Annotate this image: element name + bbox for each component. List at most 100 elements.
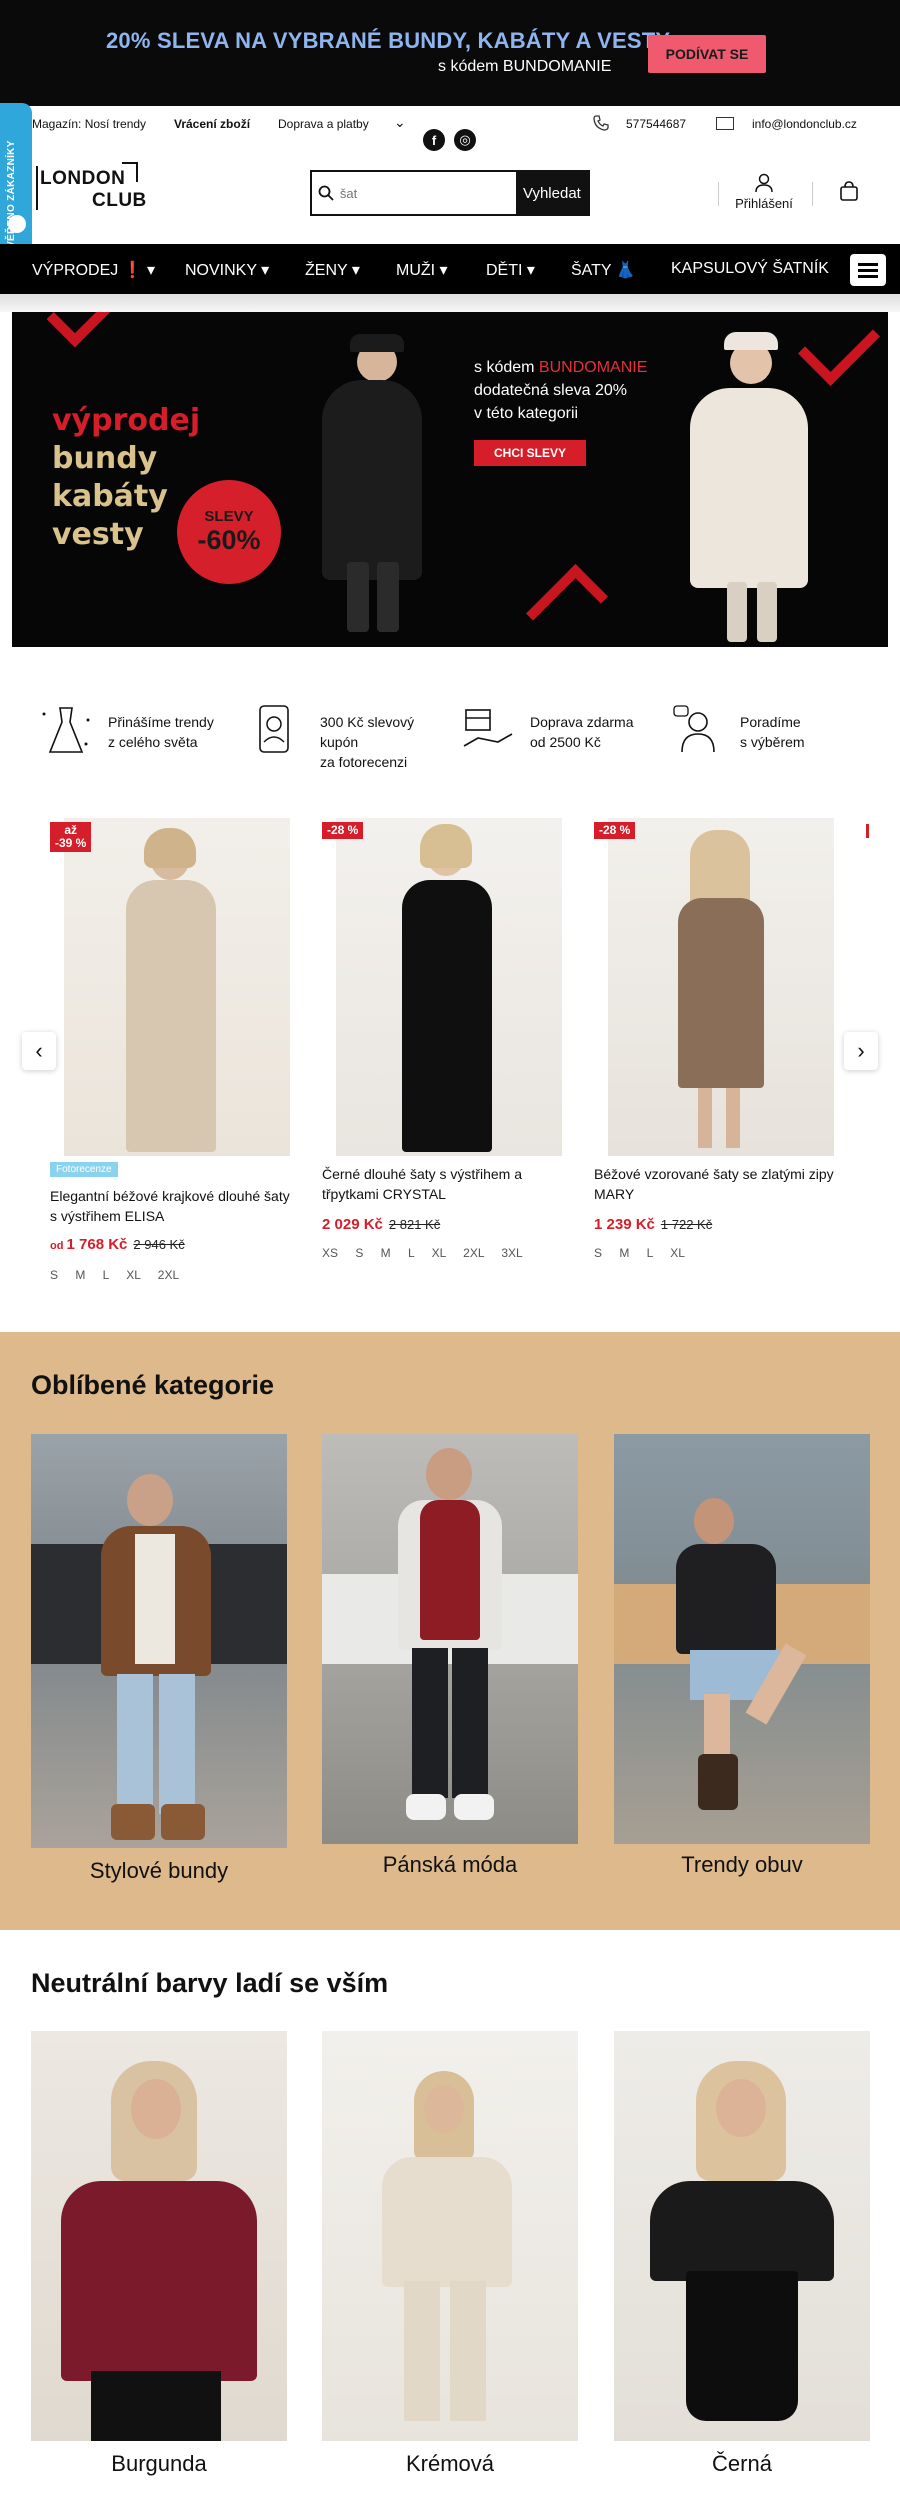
chevron-down-icon[interactable]: ⌄ (394, 114, 406, 131)
verified-badge-label: OVĚŘENO ZÁKAZNÍKY (6, 140, 17, 256)
product-sizes: S M L XL 2XL (50, 1268, 180, 1282)
feature-text: Poradíme s výběrem (740, 714, 805, 750)
category-image[interactable] (31, 1434, 287, 1848)
category-card[interactable]: Stylové bundy (31, 1434, 287, 1904)
hero-copy-prefix: s kódem (474, 359, 539, 376)
section-title: Oblíbené kategorie (31, 1370, 275, 1400)
user-icon (755, 173, 773, 193)
logo[interactable]: LONDON CLUB (36, 162, 146, 218)
color-image[interactable] (322, 2031, 578, 2441)
product-image[interactable] (64, 818, 290, 1156)
old-price: 2 821 Kč (388, 1217, 441, 1232)
phone-icon (592, 114, 610, 132)
hero-copy-code: BUNDOMANIE (538, 359, 648, 376)
color-image[interactable] (31, 2031, 287, 2441)
email-link[interactable]: info@londonclub.cz (752, 117, 857, 131)
popular-categories-section: Oblíbené kategorie Stylové bundy Pánská … (0, 1332, 900, 1930)
carousel-prev-button[interactable]: ‹ (22, 1032, 56, 1070)
nav-item-capsule[interactable]: KAPSULOVÝ ŠATNÍK (671, 260, 829, 278)
feature-text: 300 Kč slevový kupón za fotorecenzi (320, 714, 415, 770)
carousel-next-button[interactable]: › (844, 1032, 878, 1070)
menu-icon[interactable] (850, 254, 886, 286)
search-icon (312, 172, 340, 214)
decor-check-icon (46, 312, 118, 348)
category-label[interactable]: Pánská móda (322, 1852, 578, 1878)
color-image[interactable] (614, 2031, 870, 2441)
category-label[interactable]: Trendy obuv (614, 1852, 870, 1878)
feature-advice: Poradíme s výběrem (668, 700, 868, 764)
discount-circle-top: SLEVY (204, 508, 254, 525)
returns-link[interactable]: Vrácení zboží (174, 117, 250, 131)
category-label[interactable]: Stylové bundy (31, 1858, 287, 1884)
category-image[interactable] (614, 1434, 870, 1844)
hero-copy-line3: v této kategorii (474, 405, 579, 422)
product-sizes: XS S M L XL 2XL 3XL (322, 1246, 523, 1260)
promo-button[interactable]: PODÍVAT SE (648, 35, 766, 73)
product-name[interactable]: Černé dlouhé šaty s výstřihem a třpytkam… (322, 1164, 572, 1204)
category-image[interactable] (322, 1434, 578, 1844)
delivery-icon (463, 709, 513, 747)
search-bar: Vyhledat (310, 170, 590, 216)
product-sizes: S M L XL (594, 1246, 685, 1260)
old-price: 1 722 Kč (660, 1217, 713, 1232)
color-label[interactable]: Burgunda (31, 2451, 287, 2477)
discount-circle: SLEVY -60% (177, 480, 281, 584)
promo-bar: 20% SLEVA NA VYBRANÉ BUNDY, KABÁTY A VES… (0, 0, 900, 106)
instagram-icon[interactable]: ◎ (454, 129, 476, 151)
promo-subtext: s kódem BUNDOMANIE (438, 58, 612, 75)
hero-line-1: výprodej (52, 403, 201, 438)
hero-banner[interactable]: výprodej bundy kabáty vesty SLEVY -60% s… (12, 312, 888, 647)
hero-copy-line2: dodatečná sleva 20% (474, 382, 627, 399)
cart-icon[interactable] (838, 180, 860, 207)
decor-check-icon (797, 312, 881, 387)
hero-line-2: bundy (52, 441, 158, 476)
color-card[interactable]: Černá (614, 2031, 870, 2491)
magazine-link[interactable]: Magazín: Nosí trendy (32, 117, 146, 131)
product-name[interactable]: Béžové vzorované šaty se zlatými zipy MA… (594, 1164, 844, 1204)
product-price: 1 239 Kč 1 722 Kč (594, 1216, 713, 1233)
hero-cta-button[interactable]: CHCI SLEVY (474, 440, 586, 466)
nav-item-sale[interactable]: VÝPRODEJ ❗ ▾ (32, 260, 155, 280)
login-button[interactable]: Přihlášení (730, 172, 798, 211)
phone-number[interactable]: 577544687 (626, 117, 686, 131)
old-price: 2 946 Kč (133, 1237, 185, 1252)
discount-circle-value: -60% (197, 525, 261, 555)
shipping-link[interactable]: Doprava a platby (278, 117, 369, 131)
category-card[interactable]: Pánská móda (322, 1434, 578, 1904)
product-price: od 1 768 Kč 2 946 Kč (50, 1236, 185, 1253)
color-label[interactable]: Černá (614, 2451, 870, 2477)
product-image[interactable] (608, 818, 834, 1156)
color-card[interactable]: Krémová (322, 2031, 578, 2491)
mail-icon (716, 117, 734, 130)
product-price: 2 029 Kč 2 821 Kč (322, 1216, 441, 1233)
hero-copy: s kódem BUNDOMANIE dodatečná sleva 20% v… (474, 356, 647, 425)
discount-badge: až -39 % (50, 822, 92, 852)
product-image[interactable] (336, 818, 562, 1156)
advisor-icon (673, 705, 715, 753)
facebook-icon[interactable]: f (423, 129, 445, 151)
coupon-icon (259, 705, 289, 753)
photo-review-tag: Fotorecenze (50, 1162, 118, 1177)
color-label[interactable]: Krémová (322, 2451, 578, 2477)
discount-badge: -28 % (322, 822, 364, 839)
dress-icon (42, 707, 90, 753)
nav-item-men[interactable]: MUŽI ▾ (396, 260, 448, 280)
logo-text-line2: CLUB (92, 190, 147, 211)
logo-text-line1: LONDON (40, 168, 126, 189)
nav-item-kids[interactable]: DĚTI ▾ (486, 260, 535, 280)
login-label: Přihlášení (735, 196, 793, 211)
category-card[interactable]: Trendy obuv (614, 1434, 870, 1904)
search-input[interactable] (339, 172, 516, 214)
utility-bar: Magazín: Nosí trendy Vrácení zboží Dopra… (0, 106, 900, 142)
feature-text: Doprava zdarma od 2500 Kč (530, 714, 634, 750)
decor-check-icon (525, 563, 609, 647)
section-title: Neutrální barvy ladí se vším (31, 1968, 389, 1998)
product-name[interactable]: Elegantní béžové krajkové dlouhé šaty s … (50, 1186, 300, 1226)
search-button[interactable]: Vyhledat (515, 172, 588, 214)
nav-item-new[interactable]: NOVINKY ▾ (185, 260, 269, 280)
discount-badge: -28 % (594, 822, 636, 839)
nav-item-dresses[interactable]: ŠATY 👗 (571, 260, 636, 280)
promo-headline: 20% SLEVA NA VYBRANÉ BUNDY, KABÁTY A VES… (106, 28, 671, 53)
nav-item-women[interactable]: ŽENY ▾ (305, 260, 360, 280)
color-card[interactable]: Burgunda (31, 2031, 287, 2491)
